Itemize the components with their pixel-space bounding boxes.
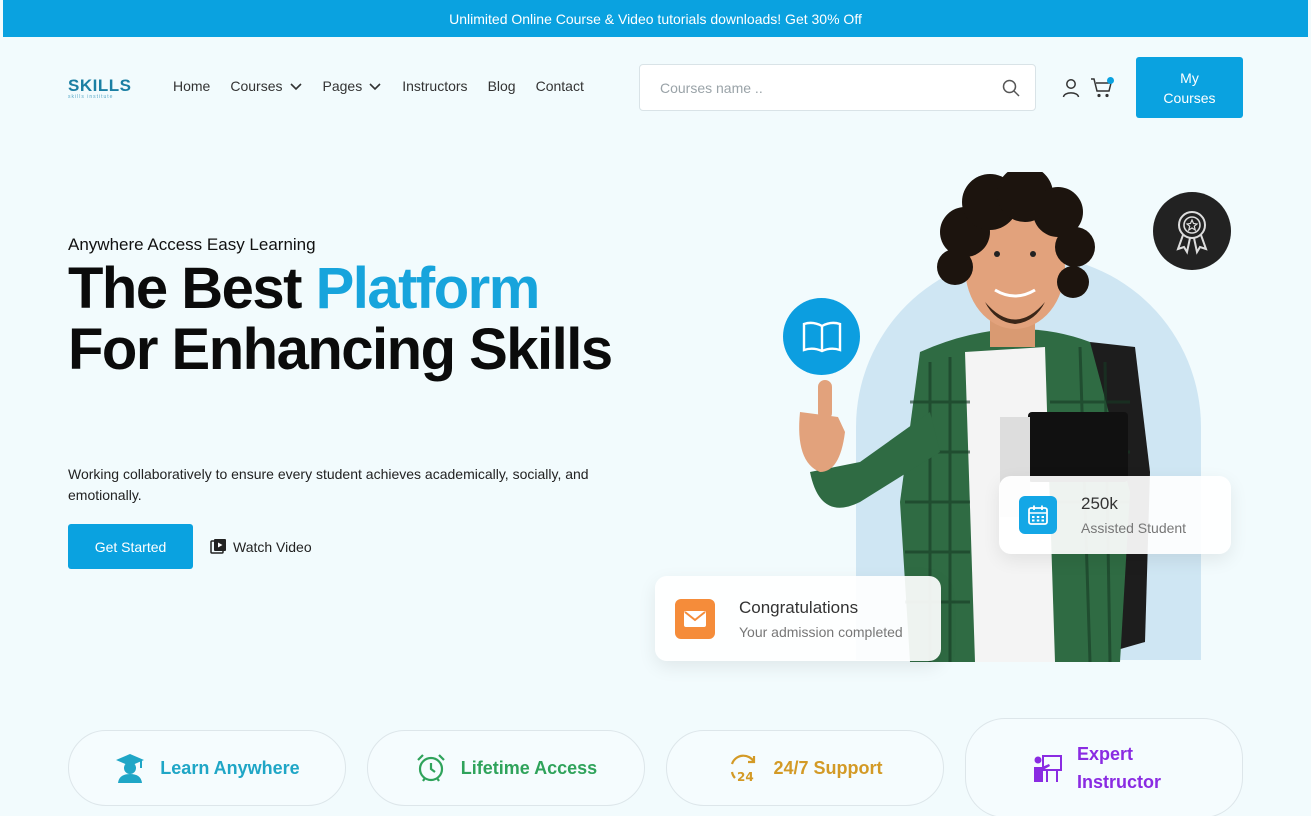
students-label: Assisted Student	[1081, 520, 1187, 536]
headline-part2: For Enhancing Skills	[68, 317, 613, 382]
hero-headline: The Best Platform For Enhancing Skills	[68, 258, 688, 380]
nav-label: Courses	[230, 78, 283, 94]
watch-video-button[interactable]: Watch Video	[210, 538, 312, 555]
headline-part1: The Best	[68, 256, 316, 321]
logo-text: SKILLS	[68, 76, 132, 95]
instructor-icon	[1034, 755, 1062, 782]
chevron-down-icon	[369, 83, 381, 91]
feature-label: Lifetime Access	[460, 757, 598, 778]
headline-accent: Platform	[315, 256, 541, 321]
calendar-icon	[1019, 496, 1057, 534]
search-box	[639, 64, 1036, 111]
assisted-students-card: 250k Assisted Student	[999, 476, 1231, 554]
nav-item-instructors[interactable]: Instructors	[402, 78, 467, 94]
mail-icon	[675, 598, 715, 639]
award-badge	[1153, 192, 1231, 270]
nav-item-home[interactable]: Home	[173, 78, 210, 94]
book-icon	[802, 321, 841, 352]
search-icon[interactable]	[1001, 78, 1021, 98]
svg-text:24: 24	[737, 770, 754, 784]
hero-eyebrow: Anywhere Access Easy Learning	[68, 235, 316, 254]
graduate-icon	[116, 754, 145, 783]
promo-bar: Unlimited Online Course & Video tutorial…	[3, 0, 1308, 37]
book-badge	[783, 298, 860, 375]
congratulations-card: Congratulations Your admission completed	[655, 576, 941, 661]
nav-item-pages[interactable]: Pages	[323, 78, 383, 94]
support-24-icon: 24	[731, 754, 756, 784]
award-icon	[1176, 211, 1208, 255]
nav-item-courses[interactable]: Courses	[230, 78, 302, 94]
promo-text: Unlimited Online Course & Video tutorial…	[449, 10, 862, 27]
chevron-down-icon	[289, 83, 302, 91]
feature-24-7-support[interactable]: 24 24/7 Support	[666, 730, 944, 806]
students-count: 250k	[1081, 494, 1118, 513]
feature-expert-instructor[interactable]: Expert Instructor	[965, 718, 1243, 816]
nav-item-blog[interactable]: Blog	[488, 78, 516, 94]
search-input[interactable]	[660, 79, 1001, 96]
nav-item-contact[interactable]: Contact	[536, 78, 584, 94]
alarm-clock-icon	[417, 754, 445, 782]
nav-label: Instructors	[402, 78, 468, 94]
my-courses-button[interactable]: My Courses	[1136, 57, 1243, 118]
nav-label: Contact	[535, 78, 584, 94]
site-logo[interactable]: SKILLS skills institute	[68, 76, 131, 100]
user-icon[interactable]	[1061, 78, 1081, 98]
feature-label: 24/7 Support	[773, 757, 883, 778]
congrats-title: Congratulations	[739, 597, 859, 617]
watch-video-label: Watch Video	[233, 538, 312, 555]
cart-badge	[1107, 77, 1114, 84]
nav-label: Pages	[322, 78, 363, 94]
main-nav: Home Courses Pages Instructors Blog Cont…	[173, 78, 584, 94]
feature-label: Learn Anywhere	[160, 757, 300, 778]
feature-learn-anywhere[interactable]: Learn Anywhere	[68, 730, 346, 806]
hero-description: Working collaboratively to ensure every …	[68, 466, 589, 503]
get-started-button[interactable]: Get Started	[68, 524, 193, 569]
video-icon	[210, 539, 226, 554]
nav-label: Home	[173, 78, 211, 94]
congrats-subtitle: Your admission completed	[739, 623, 903, 640]
feature-label: Expert Instructor	[1077, 744, 1162, 792]
feature-lifetime-access[interactable]: Lifetime Access	[367, 730, 645, 806]
nav-label: Blog	[487, 78, 516, 94]
